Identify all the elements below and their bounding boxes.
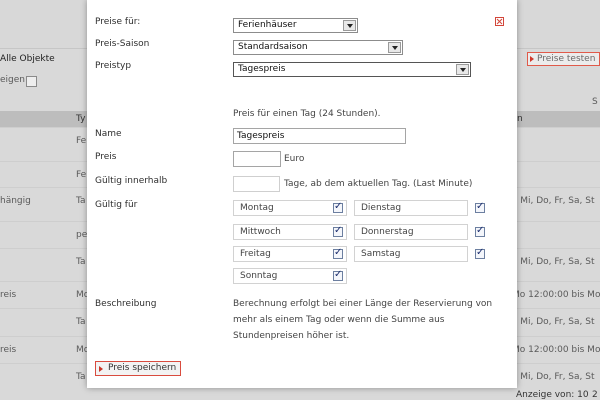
table-cell-right: i, Mi, Do, Fr, Sa, St: [512, 257, 595, 267]
table-cell-right: i, Mi, Do, Fr, Sa, St: [512, 372, 595, 382]
table-cell-mid: Fe: [76, 136, 87, 146]
table-cell-right: Mo 12:00:00 bis Mo: [512, 290, 600, 300]
checkmark-icon: ✓: [334, 201, 343, 212]
season-select[interactable]: Standardsaison: [233, 40, 403, 55]
column-header-ty: Ty: [76, 114, 86, 124]
valid-within-field[interactable]: [233, 176, 280, 192]
prices-for-label: Preise für:: [95, 17, 141, 27]
table-cell-right: Mo 12:00:00 bis Mo: [512, 345, 600, 355]
weekday-label: Freitag: [240, 249, 271, 259]
price-dialog: Preise für: Ferienhäuser Preis-Saison St…: [87, 0, 517, 388]
prices-for-value: Ferienhäuser: [238, 20, 297, 30]
weekday-checkbox[interactable]: ✓: [333, 225, 343, 237]
show-checkbox[interactable]: [26, 76, 37, 87]
all-objects-label[interactable]: Alle Objekte: [0, 54, 55, 64]
description-label: Beschreibung: [95, 299, 157, 309]
test-prices-button[interactable]: Preise testen: [527, 52, 600, 66]
price-field[interactable]: [233, 151, 281, 167]
table-cell-mid: Ta: [76, 196, 86, 206]
name-field[interactable]: Tagespreis: [233, 128, 406, 144]
valid-within-label: Gültig innerhalb: [95, 176, 168, 186]
weekday-freitag: Freitag: [233, 246, 347, 262]
weekday-checkbox[interactable]: ✓: [333, 247, 343, 259]
price-unit: Euro: [284, 154, 305, 164]
chevron-down-icon: [456, 64, 469, 75]
chevron-down-icon: [343, 20, 356, 31]
prices-for-select[interactable]: Ferienhäuser: [233, 18, 358, 33]
weekday-label: Mittwoch: [240, 227, 281, 237]
weekday-dienstag: Dienstag: [354, 200, 468, 216]
chevron-down-icon: [388, 42, 401, 53]
weekday-label: Montag: [240, 203, 274, 213]
weekday-checkbox[interactable]: ✓: [475, 247, 485, 259]
checkmark-icon: ✓: [476, 201, 485, 212]
s-marker: S: [592, 97, 598, 107]
show-label: eigen: [0, 75, 25, 85]
price-type-description: Preis für einen Tag (24 Stunden).: [233, 109, 381, 119]
arrow-right-icon: [99, 366, 103, 372]
table-cell-right: i, Mi, Do, Fr, Sa, St: [512, 196, 595, 206]
weekday-label: Sonntag: [240, 271, 278, 281]
description-line-3: Stundenpreisen höher ist.: [233, 331, 350, 341]
weekday-samstag: Samstag: [354, 246, 468, 262]
description-line-2: mehr als einem Tag oder wenn die Summe a…: [233, 315, 445, 325]
weekday-donnerstag: Donnerstag: [354, 224, 468, 240]
checkmark-icon: ✓: [334, 247, 343, 258]
table-cell-left: reis: [0, 290, 17, 300]
table-cell-mid: Ta: [76, 372, 86, 382]
weekday-checkbox[interactable]: ✓: [475, 225, 485, 237]
pagination-number[interactable]: 2: [592, 390, 598, 400]
checkmark-icon: ✓: [476, 225, 485, 236]
name-label: Name: [95, 129, 122, 139]
weekday-label: Dienstag: [361, 203, 402, 213]
valid-within-suffix: Tage, ab dem aktuellen Tag. (Last Minute…: [284, 179, 473, 189]
weekday-mittwoch: Mittwoch: [233, 224, 347, 240]
table-cell-mid: pe: [76, 230, 88, 240]
weekday-checkbox[interactable]: ✓: [475, 201, 485, 213]
pagination-text: Anzeige von: 10: [516, 390, 589, 400]
price-type-value: Tagespreis: [238, 64, 286, 74]
save-price-label: Preis speichern: [108, 363, 177, 373]
close-icon[interactable]: [495, 17, 504, 26]
table-cell-left: reis: [0, 345, 17, 355]
season-label: Preis-Saison: [95, 39, 150, 49]
price-type-select[interactable]: Tagespreis: [233, 62, 471, 77]
description-line-1: Berechnung erfolgt bei einer Länge der R…: [233, 299, 493, 309]
price-type-label: Preistyp: [95, 61, 132, 71]
weekday-sonntag: Sonntag: [233, 268, 347, 284]
table-cell-mid: Fe: [76, 170, 87, 180]
weekday-label: Donnerstag: [361, 227, 414, 237]
table-cell-mid: Ta: [76, 257, 86, 267]
checkmark-icon: ✓: [334, 225, 343, 236]
weekday-checkbox[interactable]: ✓: [333, 201, 343, 213]
price-label: Preis: [95, 152, 117, 162]
weekday-label: Samstag: [361, 249, 401, 259]
season-value: Standardsaison: [238, 42, 308, 52]
table-cell-mid: Ta: [76, 317, 86, 327]
checkmark-icon: ✓: [476, 247, 485, 258]
table-cell-left: hängig: [0, 196, 31, 206]
table-cell-right: i, Mi, Do, Fr, Sa, St: [512, 317, 595, 327]
valid-for-label: Gültig für: [95, 200, 138, 210]
column-header-n: n: [517, 114, 523, 124]
weekday-checkbox[interactable]: ✓: [333, 269, 343, 281]
weekday-montag: Montag: [233, 200, 347, 216]
save-price-button[interactable]: Preis speichern: [95, 361, 181, 376]
checkmark-icon: ✓: [334, 269, 343, 280]
